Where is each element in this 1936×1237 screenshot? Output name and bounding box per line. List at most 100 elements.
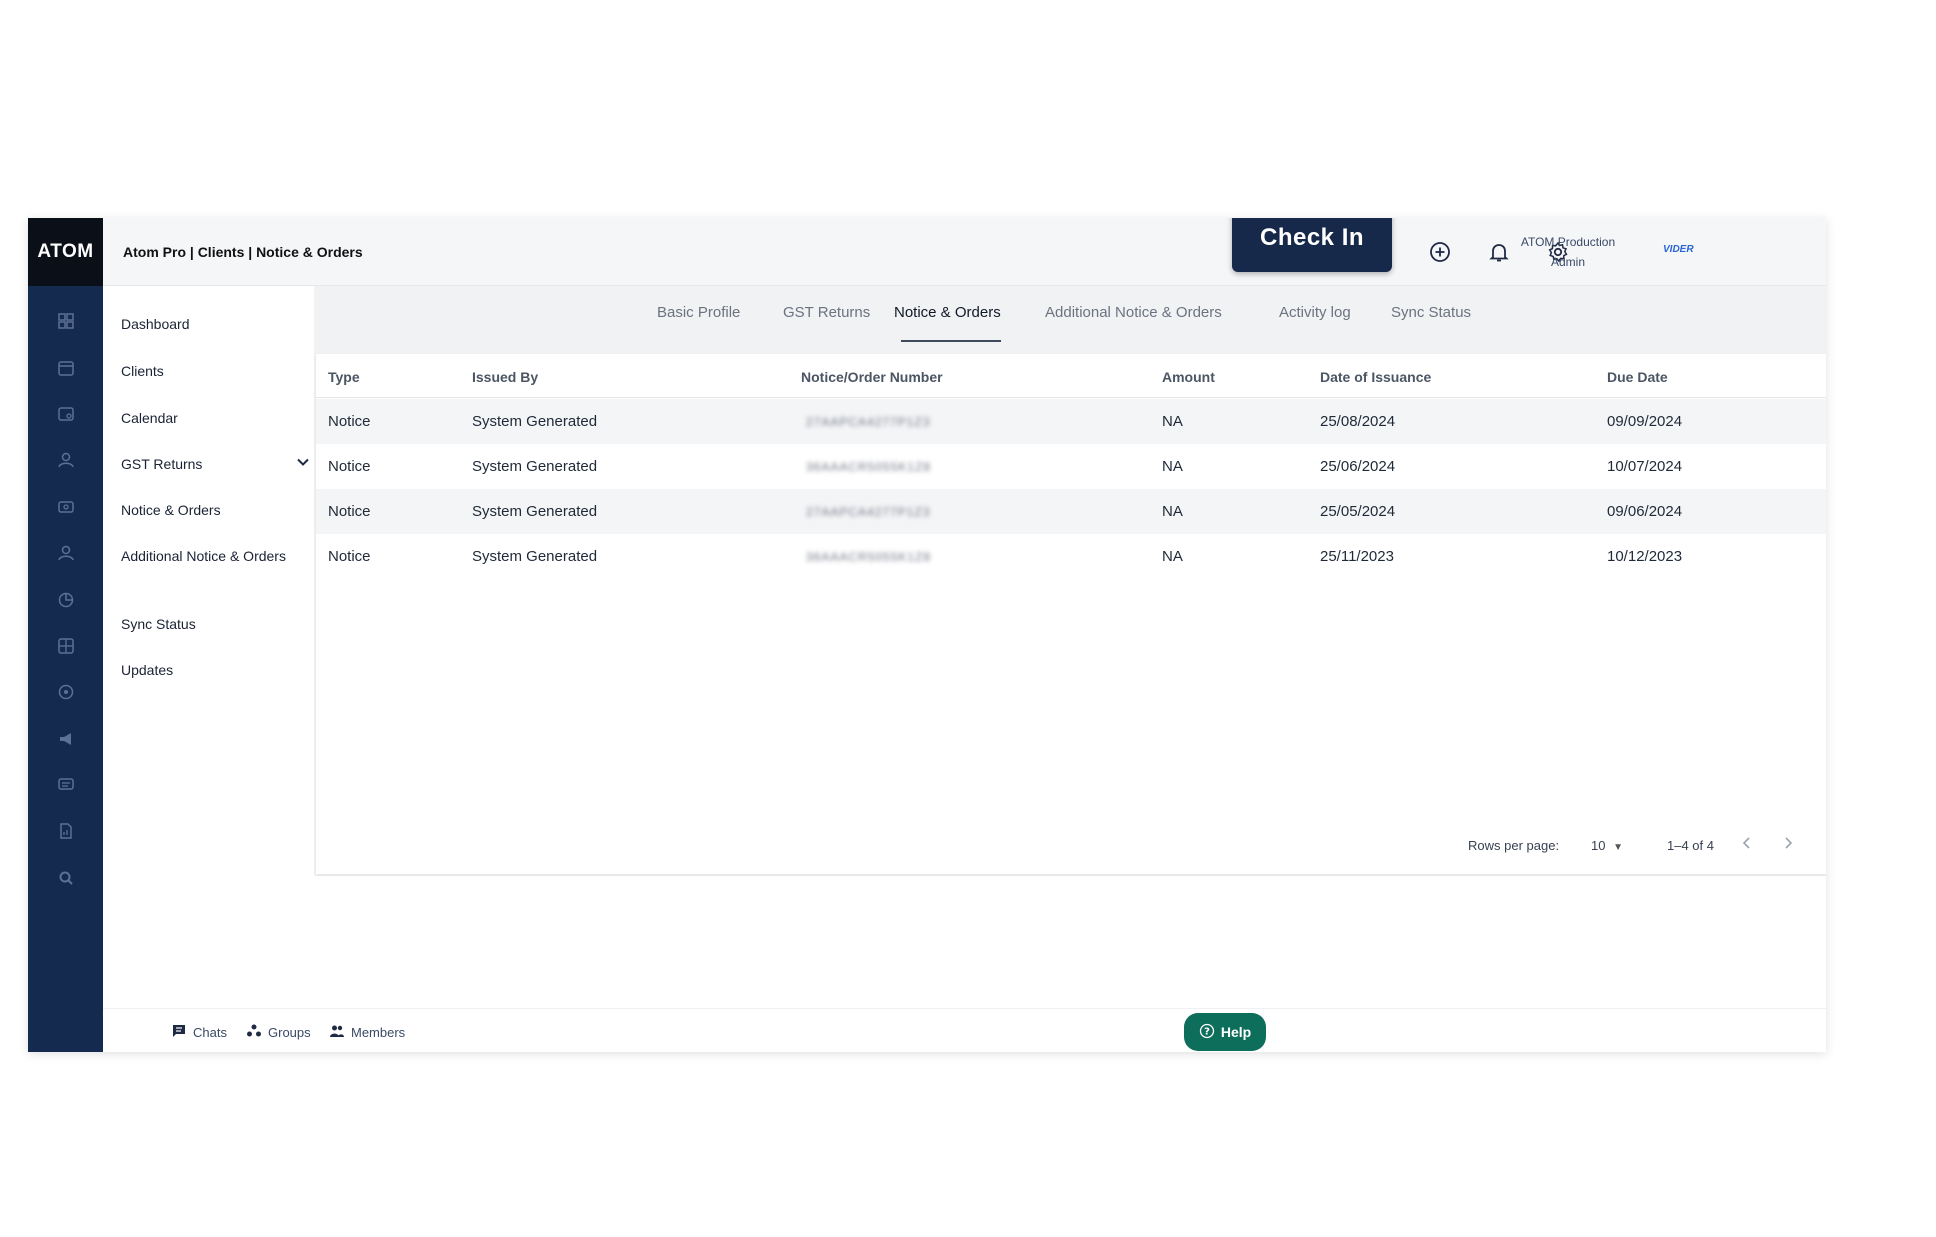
- chat-icon: [171, 1023, 187, 1042]
- messages-icon[interactable]: [28, 762, 103, 808]
- cell-issued-by: System Generated: [472, 458, 598, 475]
- column-header-amount[interactable]: Amount: [1162, 369, 1215, 385]
- table-row[interactable]: Notice System Generated 27AAPCA4277P1Z3 …: [316, 489, 1826, 534]
- profile-icon[interactable]: [28, 530, 103, 576]
- sidebar-item-updates[interactable]: Updates: [121, 660, 291, 680]
- megaphone-icon[interactable]: [28, 716, 103, 762]
- cell-type: Notice: [328, 503, 371, 520]
- sidebar-item-clients[interactable]: Clients: [121, 361, 291, 381]
- cell-issued-by: System Generated: [472, 548, 598, 565]
- chevron-down-icon[interactable]: [296, 454, 310, 474]
- grid-icon[interactable]: [28, 623, 103, 669]
- cell-amount: NA: [1162, 458, 1183, 475]
- cell-notice-number: 27AAPCA4277P1Z3: [806, 505, 931, 519]
- cell-amount: NA: [1162, 503, 1183, 520]
- groups-label: Groups: [268, 1025, 311, 1040]
- main-content: Basic Profile GST Returns Notice & Order…: [314, 286, 1826, 876]
- help-label: Help: [1220, 1024, 1252, 1040]
- table-row[interactable]: Notice System Generated 36AAACR5055K1Z8 …: [316, 534, 1826, 579]
- cell-type: Notice: [328, 413, 371, 430]
- sidebar-item-calendar[interactable]: Calendar: [121, 408, 291, 428]
- check-in-button[interactable]: Check In: [1232, 218, 1392, 272]
- table-header: Type Issued By Notice/Order Number Amoun…: [316, 354, 1826, 398]
- report-icon[interactable]: [28, 669, 103, 715]
- sidebar-item-additional-notice-orders[interactable]: Additional Notice & Orders: [121, 546, 291, 566]
- cell-due-date: 09/06/2024: [1607, 503, 1683, 520]
- cell-notice-number: 36AAACR5055K1Z8: [806, 460, 932, 474]
- cell-due-date: 10/12/2023: [1607, 548, 1683, 565]
- cell-date-of-issuance: 25/08/2024: [1320, 413, 1396, 430]
- cell-amount: NA: [1162, 413, 1183, 430]
- sidebar-item-dashboard[interactable]: Dashboard: [121, 314, 291, 334]
- cell-due-date: 09/09/2024: [1607, 413, 1683, 430]
- tab-bar: Basic Profile GST Returns Notice & Order…: [314, 286, 1826, 344]
- search-icon[interactable]: [28, 855, 103, 901]
- user-info[interactable]: ATOM Production Admin: [1498, 232, 1638, 272]
- rows-per-page-label: Rows per page:: [1468, 838, 1560, 853]
- chats-link[interactable]: Chats: [171, 1023, 227, 1042]
- cell-issued-by: System Generated: [472, 413, 598, 430]
- tab-additional-notice-orders[interactable]: Additional Notice & Orders: [1045, 304, 1222, 321]
- user-name: ATOM Production: [1520, 235, 1616, 249]
- cell-notice-number: 27AAPCA4277P1Z3: [806, 415, 931, 429]
- help-circle-icon: ?: [1199, 1023, 1215, 1042]
- cell-date-of-issuance: 25/06/2024: [1320, 458, 1396, 475]
- tab-basic-profile[interactable]: Basic Profile: [657, 304, 740, 321]
- sidebar-item-label: GST Returns: [121, 456, 203, 472]
- rows-per-page-select[interactable]: 10 ▼: [1591, 838, 1623, 853]
- members-link[interactable]: Members: [329, 1023, 405, 1042]
- add-circle-icon[interactable]: [1428, 240, 1452, 264]
- cell-type: Notice: [328, 548, 371, 565]
- document-icon[interactable]: [28, 808, 103, 854]
- user-role: Admin: [1550, 255, 1585, 269]
- column-header-issued-by[interactable]: Issued By: [472, 369, 538, 385]
- user-icon[interactable]: [28, 437, 103, 483]
- cell-notice-number: 36AAACR5055K1Z8: [806, 550, 932, 564]
- previous-page-icon[interactable]: [1738, 834, 1756, 852]
- section-sidebar: Dashboard Clients Calendar GST Returns N…: [103, 286, 313, 1006]
- atom-logo[interactable]: ATOM: [28, 218, 103, 286]
- table-row[interactable]: Notice System Generated 36AAACR5055K1Z8 …: [316, 444, 1826, 489]
- help-button[interactable]: ? Help: [1184, 1013, 1266, 1051]
- column-header-due-date[interactable]: Due Date: [1607, 369, 1668, 385]
- table-row[interactable]: Notice System Generated 27AAPCA4277P1Z3 …: [316, 399, 1826, 444]
- tab-gst-returns[interactable]: GST Returns: [783, 304, 870, 321]
- cell-amount: NA: [1162, 548, 1183, 565]
- app-window: ATOM Atom Pro | Clients | Notice & Order…: [28, 218, 1826, 1052]
- billing-icon[interactable]: [28, 484, 103, 530]
- groups-icon: [246, 1023, 262, 1042]
- rows-per-page-value: 10: [1591, 838, 1606, 853]
- column-header-type[interactable]: Type: [328, 369, 360, 385]
- dashboard-icon[interactable]: [28, 298, 103, 344]
- cell-date-of-issuance: 25/05/2024: [1320, 503, 1396, 520]
- column-header-notice-number[interactable]: Notice/Order Number: [801, 369, 943, 385]
- footer-bar: Chats Groups Members ? Help: [103, 1008, 1826, 1052]
- tab-activity-log[interactable]: Activity log: [1279, 304, 1351, 321]
- pagination-range: 1–4 of 4: [1667, 838, 1714, 853]
- column-header-date-of-issuance[interactable]: Date of Issuance: [1320, 369, 1431, 385]
- cell-date-of-issuance: 25/11/2023: [1320, 548, 1394, 565]
- cell-issued-by: System Generated: [472, 503, 598, 520]
- clients-icon[interactable]: [28, 391, 103, 437]
- members-label: Members: [351, 1025, 406, 1040]
- sidebar-item-gst-returns[interactable]: GST Returns: [121, 454, 309, 474]
- chats-label: Chats: [193, 1025, 227, 1040]
- next-page-icon[interactable]: [1779, 834, 1797, 852]
- active-tab-indicator: [901, 340, 1001, 342]
- analytics-icon[interactable]: [28, 576, 103, 622]
- tab-notice-orders[interactable]: Notice & Orders: [894, 304, 1001, 321]
- cell-type: Notice: [328, 458, 371, 475]
- brand-logo: VIDER: [1663, 244, 1694, 255]
- icon-rail: ATOM: [28, 218, 103, 1052]
- caret-down-icon: ▼: [1613, 842, 1623, 853]
- tab-sync-status[interactable]: Sync Status: [1391, 304, 1471, 321]
- notices-table: Type Issued By Notice/Order Number Amoun…: [316, 354, 1826, 874]
- sidebar-item-notice-orders[interactable]: Notice & Orders: [121, 500, 291, 520]
- cell-due-date: 10/07/2024: [1607, 458, 1683, 475]
- members-icon: [329, 1023, 345, 1042]
- groups-link[interactable]: Groups: [246, 1023, 311, 1042]
- breadcrumb: Atom Pro | Clients | Notice & Orders: [123, 243, 363, 260]
- sidebar-item-sync-status[interactable]: Sync Status: [121, 614, 291, 634]
- svg-text:?: ?: [1204, 1026, 1210, 1037]
- calendar-icon[interactable]: [28, 344, 103, 390]
